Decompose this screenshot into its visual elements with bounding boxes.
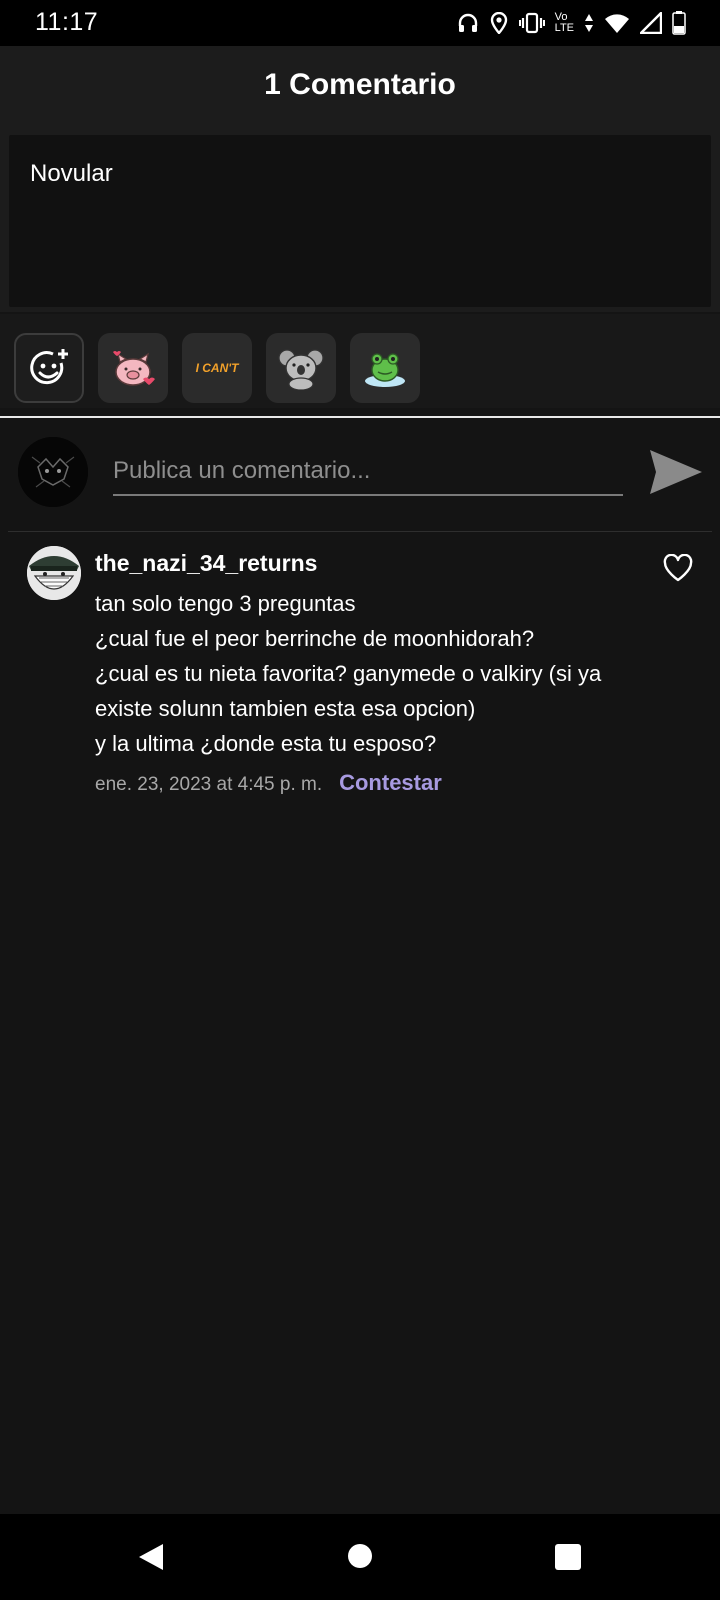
app-header: 1 Comentario: [0, 46, 720, 132]
comment-meta: ene. 23, 2023 at 4:45 p. m. Contestar: [95, 770, 442, 796]
avatar-image: [18, 437, 88, 507]
pig-sticker[interactable]: [98, 333, 168, 403]
reply-button[interactable]: Contestar: [339, 770, 442, 796]
vibrate-icon: [518, 12, 545, 34]
status-bar: 11:17 Vo LTE: [0, 0, 720, 46]
comment-line: existe solunn tambien esta esa opcion): [95, 696, 476, 721]
page-title: 1 Comentario: [264, 68, 456, 101]
comments-divider: [8, 531, 712, 532]
frog-sticker[interactable]: [350, 333, 420, 403]
heart-icon[interactable]: [663, 554, 693, 582]
sticker-row: I CAN'T: [0, 314, 720, 408]
status-icons: Vo LTE: [457, 8, 686, 38]
comment-line: tan solo tengo 3 preguntas: [95, 591, 356, 616]
headphones-icon: [458, 13, 477, 32]
recents-icon[interactable]: [555, 1544, 581, 1570]
comment-timestamp: ene. 23, 2023 at 4:45 p. m.: [95, 774, 323, 795]
emoji-add-icon: [30, 349, 68, 385]
sticker-divider: [0, 416, 720, 418]
frog-sticker-icon: [365, 353, 405, 387]
status-time: 11:17: [35, 8, 99, 36]
emoji-picker-button[interactable]: [14, 333, 84, 403]
battery-icon: [672, 11, 686, 35]
comment-body: tan solo tengo 3 preguntas ¿cual fue el …: [95, 586, 655, 761]
comment-line: y la ultima ¿donde esta tu esposo?: [95, 731, 437, 756]
post-box: Novular: [9, 135, 711, 307]
i-cant-sticker[interactable]: I CAN'T: [182, 333, 252, 403]
comment-line: ¿cual fue el peor berrinche de moonhidor…: [95, 626, 535, 651]
signal-icon: [640, 12, 662, 34]
system-nav-bar: [0, 1514, 720, 1600]
volte-icon: Vo LTE: [554, 11, 574, 34]
send-icon: [650, 450, 702, 494]
current-user-avatar[interactable]: [18, 437, 88, 507]
pig-sticker-icon: [113, 351, 155, 386]
comment-line: ¿cual es tu nieta favorita? ganymede o v…: [95, 661, 602, 686]
home-icon[interactable]: [348, 1544, 372, 1568]
wifi-icon: [605, 14, 629, 33]
send-button[interactable]: [648, 447, 704, 497]
comment-author-avatar[interactable]: [27, 546, 81, 600]
comment-username[interactable]: the_nazi_34_returns: [95, 550, 317, 577]
koala-sticker-icon: [278, 349, 324, 390]
back-icon[interactable]: [137, 1542, 165, 1572]
comment-input[interactable]: [113, 448, 623, 496]
data-arrows-icon: [585, 14, 593, 32]
koala-sticker[interactable]: [266, 333, 336, 403]
avatar-image: [27, 546, 81, 600]
post-text: Novular: [30, 160, 113, 187]
location-icon: [490, 12, 507, 34]
post-container: Novular: [0, 132, 720, 312]
